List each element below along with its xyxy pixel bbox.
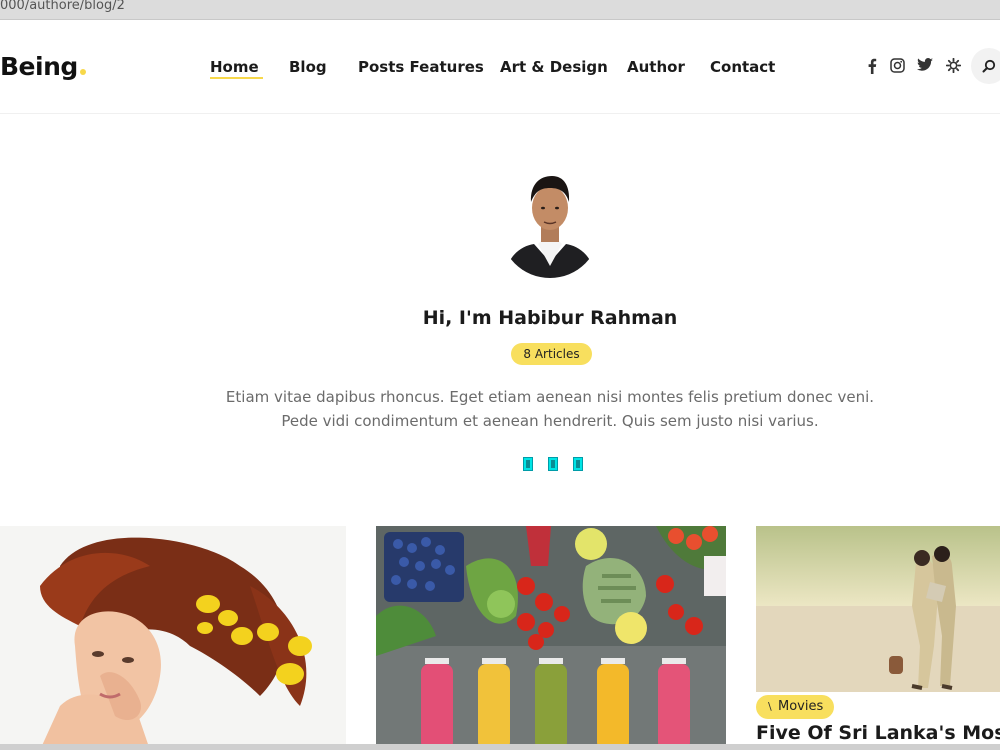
main-nav: Home Blog Posts Features Art & Design Au… [0, 58, 1000, 82]
author-social-icon-2[interactable] [548, 457, 558, 471]
search-icon [982, 59, 996, 73]
author-social-icon-3[interactable] [573, 457, 583, 471]
nav-blog[interactable]: Blog [289, 58, 327, 76]
post-card-2-image[interactable] [376, 526, 726, 750]
author-bio-line-1: Etiam vitae dapibus rhoncus. Eget etiam … [225, 388, 875, 406]
post-card-1-image[interactable] [0, 526, 346, 750]
settings-icon[interactable] [946, 58, 961, 73]
url-text[interactable]: 000/authore/blog/2 [0, 0, 125, 13]
facebook-icon[interactable] [867, 58, 877, 74]
tag-slash-icon: \ [768, 700, 772, 713]
articles-count-badge[interactable]: 8 Articles [511, 343, 592, 365]
post-title[interactable]: Five Of Sri Lanka's Most F [756, 722, 1000, 744]
author-avatar [500, 166, 600, 278]
browser-address-bar[interactable]: 000/authore/blog/2 [0, 0, 1000, 20]
search-button[interactable] [971, 48, 1000, 84]
author-social-icon-1[interactable] [523, 457, 533, 471]
nav-art-design[interactable]: Art & Design [500, 58, 608, 76]
instagram-icon[interactable] [890, 58, 905, 73]
nav-posts-features[interactable]: Posts Features [358, 58, 484, 76]
post-card-3-image[interactable] [756, 526, 1000, 692]
twitter-icon[interactable] [917, 58, 933, 72]
author-bio-line-2: Pede vidi condimentum et aenean hendreri… [281, 412, 819, 430]
category-tag-movies[interactable]: \ Movies [756, 695, 834, 719]
bottom-scroll-strip [0, 744, 1000, 750]
site-header: Being Home Blog Posts Features Art & Des… [0, 22, 1000, 114]
nav-contact[interactable]: Contact [710, 58, 775, 76]
author-name: Hi, I'm Habibur Rahman [422, 307, 678, 329]
author-bio: Etiam vitae dapibus rhoncus. Eget etiam … [200, 385, 900, 433]
nav-author[interactable]: Author [627, 58, 685, 76]
author-profile: Hi, I'm Habibur Rahman 8 Articles Etiam … [0, 114, 1000, 514]
nav-home[interactable]: Home [210, 58, 263, 79]
